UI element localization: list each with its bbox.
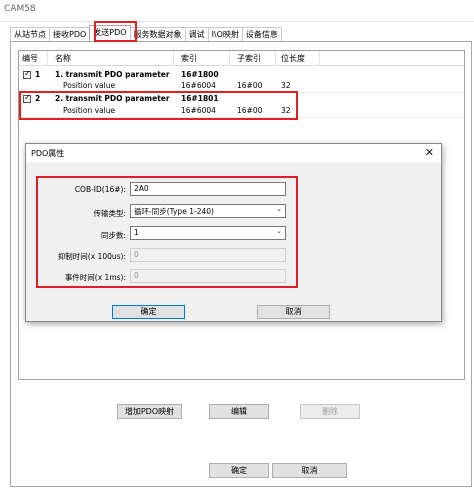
table-row[interactable]: Position value 16#6004 16#00 32 <box>19 81 464 91</box>
row-index: 16#1801 <box>181 94 219 103</box>
sync-count-value: 1 <box>134 228 139 237</box>
grid-header: 编号 名称 索引 子索引 位长度 <box>19 51 464 66</box>
row-name: Position value <box>63 81 116 90</box>
dialog-ok-button[interactable]: 确定 <box>112 305 185 319</box>
row-number: 2 <box>35 94 41 103</box>
chevron-down-icon: ⌄ <box>276 205 282 213</box>
sync-count-label: 同步数: <box>100 231 126 240</box>
row-index: 16#1800 <box>181 70 219 79</box>
transmission-type-select[interactable]: 循环-同步(Type 1-240) ⌄ <box>130 204 286 218</box>
row-checkbox[interactable] <box>23 69 31 79</box>
col-name: 名称 <box>55 54 71 63</box>
tab-device-info[interactable]: 设备信息 <box>241 27 282 41</box>
tab-debug[interactable]: 调试 <box>184 27 209 41</box>
row-bit-length: 32 <box>281 81 291 90</box>
cob-id-input[interactable]: 2A0 <box>130 182 286 196</box>
edit-button[interactable]: 编辑 <box>209 404 269 419</box>
sync-count-select[interactable]: 1 ⌄ <box>130 226 286 240</box>
row-index: 16#6004 <box>181 106 216 115</box>
delete-button[interactable]: 删除 <box>300 404 360 419</box>
event-time-label: 事件时间(x 1ms): <box>64 273 126 282</box>
row-number: 1 <box>35 70 41 79</box>
tab-io-mapping[interactable]: I\O映射 <box>207 27 243 41</box>
dialog-cancel-button[interactable]: 取消 <box>257 305 330 319</box>
ok-button[interactable]: 确定 <box>209 463 269 478</box>
chevron-down-icon: ⌄ <box>276 227 282 235</box>
table-row[interactable]: Position value 16#6004 16#00 32 <box>19 106 464 116</box>
cob-id-label: COB-ID(16#): <box>74 185 126 194</box>
row-index: 16#6004 <box>181 81 216 90</box>
col-index: 索引 <box>181 54 197 63</box>
tab-transmit-pdo[interactable]: 发送PDO <box>89 25 131 41</box>
close-icon[interactable]: ✕ <box>425 146 434 159</box>
dialog-title: PDO属性 <box>31 149 65 158</box>
cancel-button[interactable]: 取消 <box>272 463 347 478</box>
col-bit-length: 位长度 <box>281 54 305 63</box>
tab-sdo[interactable]: 服务数据对象 <box>129 27 186 41</box>
row-subindex: 16#00 <box>237 106 263 115</box>
row-checkbox[interactable] <box>23 93 31 103</box>
inhibit-time-input[interactable]: 0 <box>130 248 286 262</box>
dialog-title-bar: PDO属性 <box>26 144 441 162</box>
tab-receive-pdo[interactable]: 接收PDO <box>49 27 91 41</box>
row-name: 2. transmit PDO parameter <box>55 94 170 103</box>
event-time-input[interactable]: 0 <box>130 269 286 283</box>
inhibit-time-label: 抑制时间(x 100us): <box>57 252 126 261</box>
add-pdo-mapping-button[interactable]: 增加PDO映射 <box>117 404 182 419</box>
col-subindex: 子索引 <box>237 54 261 63</box>
row-name: Position value <box>63 106 116 115</box>
transmission-type-value: 循环-同步(Type 1-240) <box>134 207 214 216</box>
row-name: 1. transmit PDO parameter <box>55 70 170 79</box>
tab-strip: 从站节点 接收PDO 发送PDO 服务数据对象 调试 I\O映射 设备信息 <box>10 25 282 41</box>
window-title: CAM58 <box>4 4 36 14</box>
transmission-type-label: 传输类型: <box>93 209 126 218</box>
col-number: 编号 <box>22 54 38 63</box>
row-subindex: 16#00 <box>237 81 263 90</box>
table-row[interactable]: 2 2. transmit PDO parameter 16#1801 <box>19 93 464 104</box>
table-row[interactable]: 1 1. transmit PDO parameter 16#1800 <box>19 69 464 80</box>
row-bit-length: 32 <box>281 106 291 115</box>
pdo-properties-dialog: PDO属性 ✕ COB-ID(16#): 2A0 传输类型: 循环-同步(Typ… <box>25 143 442 322</box>
window-title-bar: CAM58 <box>0 0 474 22</box>
tab-slave-node[interactable]: 从站节点 <box>10 27 50 41</box>
